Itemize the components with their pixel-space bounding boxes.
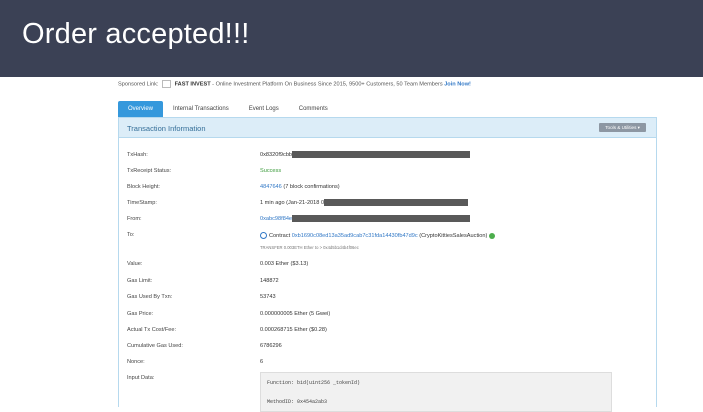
input-data-box[interactable]: Function: bid(uint256 _tokenId) MethodID… <box>260 372 612 412</box>
row-label-gas-used: Gas Used By Txn: <box>127 294 173 300</box>
value-amount: 0.003 Ether ($3.13) <box>260 261 309 267</box>
gas-used-value: 53743 <box>260 294 276 300</box>
internal-transfer-note: TRANSFER 0.003ETH Ether to > 0x4d5b1d4b4… <box>260 245 359 250</box>
from-address-link[interactable]: 0xabc98f84e <box>260 216 292 222</box>
tx-fee-value: 0.000268715 Ether ($0.28) <box>260 327 327 333</box>
nonce-value: 6 <box>260 359 264 365</box>
row-label-tx-fee: Actual Tx Cost/Fee: <box>127 327 177 333</box>
header-banner: Order accepted!!! <box>0 0 703 77</box>
sponsored-link-bar: Sponsored Link: FAST INVEST - Online Inv… <box>118 80 471 88</box>
redaction-bar <box>324 199 469 206</box>
row-label-txhash: TxHash: <box>127 152 148 158</box>
block-confirmations: (7 block confirmations) <box>281 184 340 190</box>
redaction-bar <box>292 215 471 222</box>
row-label-gas-price: Gas Price: <box>127 311 154 317</box>
block-height-link[interactable]: 4847646 <box>260 184 282 190</box>
tab-overview[interactable]: Overview <box>118 101 164 117</box>
banner-title: Order accepted!!! <box>22 18 250 50</box>
transaction-panel: Transaction Information Tools & Utilitie… <box>118 117 657 412</box>
row-label-block-height: Block Height: <box>127 184 160 190</box>
verified-check-icon <box>489 232 496 239</box>
row-value-from: 0xabc98f84e <box>260 215 471 222</box>
row-label-gas-limit: Gas Limit: <box>127 278 153 284</box>
row-label-status: TxReceipt Status: <box>127 168 172 174</box>
row-value-block-height: 4847646 (7 block confirmations) <box>260 184 340 190</box>
row-label-input-data: Input Data: <box>127 375 155 381</box>
row-label-nonce: Nonce: <box>127 359 145 365</box>
txhash-value: 0x8320f9cbb <box>260 151 293 158</box>
join-now-link[interactable]: Join Now! <box>444 81 471 87</box>
sponsor-brand: FAST INVEST <box>174 81 211 88</box>
panel-header: Transaction Information Tools & Utilitie… <box>119 118 656 138</box>
contract-name: (CryptoKittiesSalesAuction) <box>417 232 488 239</box>
contract-icon <box>260 232 267 239</box>
row-label-cumulative-gas: Cumulative Gas Used: <box>127 343 183 349</box>
contract-address-link[interactable]: 0xb1690c08ed13a35ad9cab7c31fda14430fb47d… <box>292 233 418 239</box>
contract-prefix: Contract <box>269 232 292 239</box>
row-value-timestamp: 1 min ago (Jan-21-2018 0 <box>260 199 469 206</box>
redaction-bar <box>292 151 471 158</box>
tab-comments[interactable]: Comments <box>289 101 338 117</box>
row-value-txhash: 0x8320f9cbb <box>260 151 471 158</box>
cumulative-gas-value: 6786296 <box>260 343 282 349</box>
tab-internal-transactions[interactable]: Internal Transactions <box>163 101 239 117</box>
input-data-function: Function: bid(uint256 _tokenId) <box>267 380 361 386</box>
row-label-from: From: <box>127 216 142 222</box>
row-label-to: To: <box>127 232 135 238</box>
timestamp-value: 1 min ago (Jan-21-2018 0 <box>260 199 325 206</box>
panel-title: Transaction Information <box>127 124 206 133</box>
tools-utilities-button[interactable]: Tools & Utilities ▾ <box>599 123 646 132</box>
tab-event-logs[interactable]: Event Logs <box>239 101 289 117</box>
row-label-value: Value: <box>127 261 143 267</box>
status-value: Success <box>260 168 282 174</box>
sponsor-text: - Online Investment Platform On Business… <box>210 81 443 88</box>
row-value-to: Contract 0xb1690c08ed13a35ad9cab7c31fda1… <box>260 232 496 239</box>
gas-price-value: 0.000000005 Ether (5 Gwei) <box>260 311 331 317</box>
row-label-timestamp: TimeStamp: <box>127 200 157 206</box>
tab-bar: Overview Internal Transactions Event Log… <box>118 101 338 117</box>
input-data-method-id: MethodID: 0x454a2ab3 <box>267 399 328 405</box>
sponsored-link-prefix: Sponsored Link: <box>118 81 159 88</box>
gas-limit-value: 148872 <box>260 278 279 284</box>
document-icon <box>162 80 171 88</box>
